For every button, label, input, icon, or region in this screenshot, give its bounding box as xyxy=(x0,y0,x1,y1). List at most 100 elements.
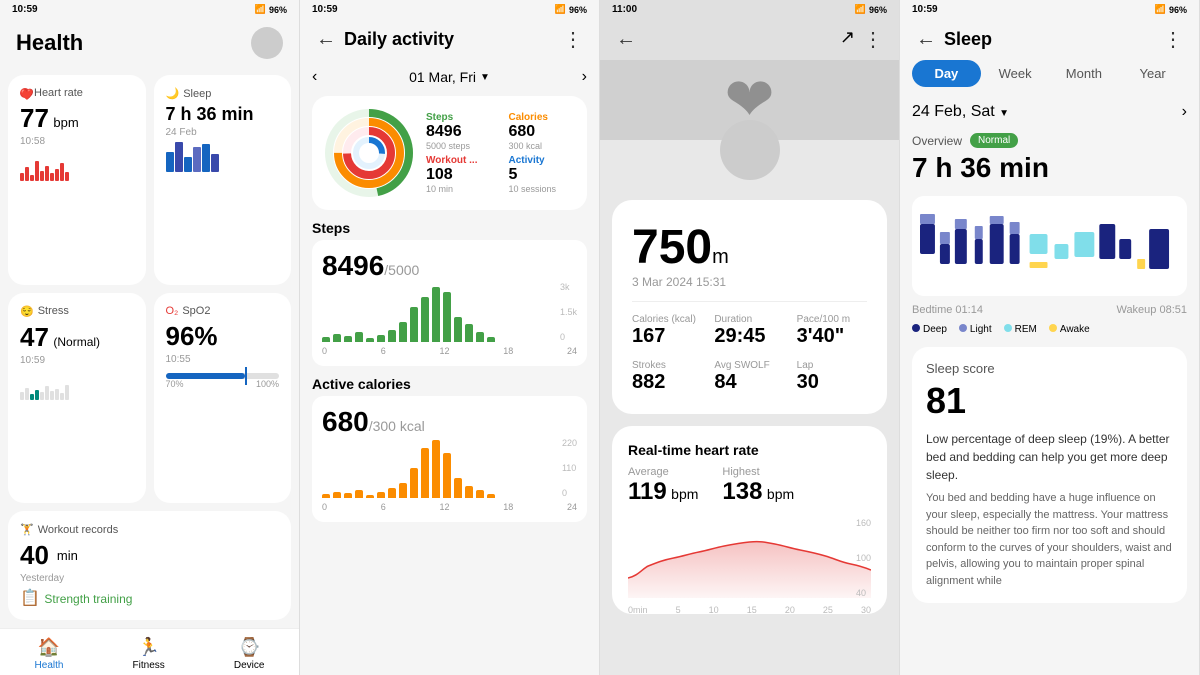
health-screen: 10:59 📶 96% Health ❤️ Heart rate 77 bpm … xyxy=(0,0,300,675)
status-bar-3: 11:00 📶 96% xyxy=(600,0,899,19)
sleep-next-date[interactable]: › xyxy=(1182,103,1187,121)
heart-rate-value: 77 bpm xyxy=(20,103,134,134)
activity-rings xyxy=(324,108,414,198)
tab-year[interactable]: Year xyxy=(1118,60,1187,87)
stat-duration: Duration 29:45 xyxy=(714,314,784,348)
calories-chart-card: 680/300 kcal 220 110 0 xyxy=(312,396,587,522)
activity-detail-screen: 11:00 📶 96% ← ↗ ⋮ ❤ 750m 3 Mar 2024 15:3… xyxy=(600,0,900,675)
back-button[interactable]: ← xyxy=(316,28,336,51)
legend-deep: Deep xyxy=(912,324,947,335)
main-activity-card: 750m 3 Mar 2024 15:31 Calories (kcal) 16… xyxy=(612,200,887,414)
sleep-value: 7 h 36 min xyxy=(166,104,280,125)
time-4: 10:59 xyxy=(912,4,938,15)
activity-content: 750m 3 Mar 2024 15:31 Calories (kcal) 16… xyxy=(600,188,899,675)
nav-fitness[interactable]: 🏃 Fitness xyxy=(133,637,165,671)
device-nav-icon: ⌚ xyxy=(238,637,260,658)
sleep-title: Sleep xyxy=(944,29,992,50)
legend-rem: REM xyxy=(1004,324,1037,335)
status-icons-4: 📶 96% xyxy=(1155,4,1187,15)
steps-bar-chart xyxy=(322,282,577,342)
sleep-header: ← Sleep ⋮ xyxy=(900,19,1199,60)
sleep-overview-row: Overview Normal xyxy=(912,133,1187,148)
calories-sub: 300 kcal xyxy=(509,141,576,151)
heart-rate-time: 10:58 xyxy=(20,136,134,147)
nav-health[interactable]: 🏠 Health xyxy=(35,637,64,671)
heart-rate-stats: Average 119 bpm Highest 138 bpm xyxy=(628,466,871,506)
prev-date-button[interactable]: ‹ xyxy=(312,68,317,86)
daily-activity-header: ← Daily activity ⋮ xyxy=(300,19,599,60)
calories-bar-chart xyxy=(322,438,577,498)
sleep-card[interactable]: 🌙 Sleep 7 h 36 min 24 Feb xyxy=(154,75,292,285)
more-button-3[interactable]: ⋮ xyxy=(863,27,883,52)
status-bar-1: 10:59 📶 96% xyxy=(0,0,299,19)
nav-bar: 🏠 Health 🏃 Fitness ⌚ Device xyxy=(0,628,299,675)
sleep-screen: 10:59 📶 96% ← Sleep ⋮ Day Week Month Yea… xyxy=(900,0,1200,675)
activity-header: ← ↗ ⋮ xyxy=(600,19,899,60)
legend-awake: Awake xyxy=(1049,324,1090,335)
tab-month[interactable]: Month xyxy=(1050,60,1119,87)
heart-rate-chart xyxy=(20,151,134,181)
health-nav-icon: 🏠 xyxy=(38,637,60,658)
calories-value-display: 680/300 kcal xyxy=(322,406,577,438)
time-3: 11:00 xyxy=(612,4,637,15)
tab-week[interactable]: Week xyxy=(981,60,1050,87)
overview-status: Normal xyxy=(970,133,1018,148)
activity-stats-grid: Calories (kcal) 167 Duration 29:45 Pace/… xyxy=(632,314,867,394)
more-button-4[interactable]: ⋮ xyxy=(1163,27,1183,52)
activity-date: 3 Mar 2024 15:31 xyxy=(632,275,867,289)
steps-sub: 5000 steps xyxy=(426,141,493,151)
back-button-4[interactable]: ← xyxy=(916,28,936,51)
overview-label: Overview xyxy=(912,134,962,148)
time-1: 10:59 xyxy=(12,4,38,15)
profile-avatar xyxy=(720,120,780,180)
stress-card[interactable]: 😌 Stress 47 (Normal) 10:59 xyxy=(8,293,146,504)
heart-rate-section-title: Real-time heart rate xyxy=(628,442,871,458)
nav-device[interactable]: ⌚ Device xyxy=(234,637,265,671)
sleep-content: 24 Feb, Sat ▼ › Overview Normal 7 h 36 m… xyxy=(900,95,1199,675)
battery-2: 96% xyxy=(569,5,587,15)
sleep-date: 24 Feb xyxy=(166,127,280,138)
next-date-button[interactable]: › xyxy=(582,68,587,86)
sleep-score-value: 81 xyxy=(926,380,1173,422)
heart-rate-section: Real-time heart rate Average 119 bpm Hig… xyxy=(612,426,887,614)
steps-label: Steps xyxy=(426,112,493,123)
spo2-card[interactable]: O₂ SpO2 96% 10:55 70% 100% xyxy=(154,293,292,504)
heart-rate-card[interactable]: ❤️ Heart rate 77 bpm 10:58 xyxy=(8,75,146,285)
sleep-times: Bedtime 01:14 Wakeup 08:51 xyxy=(912,304,1187,316)
calories-label: Calories xyxy=(509,112,576,123)
back-button-3[interactable]: ← xyxy=(616,28,636,51)
activity-sub: 10 sessions xyxy=(509,184,576,194)
hr-chart-area: 160 100 40 0min 5 xyxy=(628,518,871,598)
summary-stats: Steps 8496 5000 steps Calories 680 300 k… xyxy=(426,112,575,194)
sleep-tabs: Day Week Month Year xyxy=(900,60,1199,87)
fitness-nav-icon: 🏃 xyxy=(137,637,159,658)
battery-4: 96% xyxy=(1169,5,1187,15)
steps-section-title: Steps xyxy=(312,220,587,236)
avatar[interactable] xyxy=(251,27,283,59)
daily-activity-screen: 10:59 📶 96% ← Daily activity ⋮ ‹ 01 Mar,… xyxy=(300,0,600,675)
spo2-time: 10:55 xyxy=(166,354,280,365)
stat-pace: Pace/100 m 3'40" xyxy=(797,314,867,348)
workout-card[interactable]: 🏋️ Workout records 40 min Yesterday 📋 St… xyxy=(8,511,291,620)
sleep-score-detail: You bed and bedding have a huge influenc… xyxy=(926,490,1173,589)
sleep-total-value: 7 h 36 min xyxy=(912,152,1187,184)
workout-label: Workout ... xyxy=(426,155,493,166)
workout-sub: Strength training xyxy=(44,592,132,606)
status-bar-2: 10:59 📶 96% xyxy=(300,0,599,19)
stat-lap: Lap 30 xyxy=(797,360,867,394)
rings-summary-card: Steps 8496 5000 steps Calories 680 300 k… xyxy=(312,96,587,210)
sleep-chart xyxy=(166,142,280,172)
stress-chart xyxy=(20,370,134,400)
avg-heart-rate: Average 119 bpm xyxy=(628,466,698,506)
stress-title: 😌 Stress xyxy=(20,305,134,318)
stress-time: 10:59 xyxy=(20,355,134,366)
more-button[interactable]: ⋮ xyxy=(563,27,583,52)
activity-header-bg: ❤ xyxy=(600,60,899,140)
activity-label: Activity xyxy=(509,155,576,166)
calories-chart-labels: 0 6 12 18 24 xyxy=(322,502,577,512)
tab-day[interactable]: Day xyxy=(912,60,981,87)
status-icons-1: 📶 96% xyxy=(255,4,287,15)
sleep-legend: Deep Light REM Awake xyxy=(912,324,1187,335)
share-icon[interactable]: ↗ xyxy=(840,27,855,52)
spo2-value: 96% xyxy=(166,321,280,352)
